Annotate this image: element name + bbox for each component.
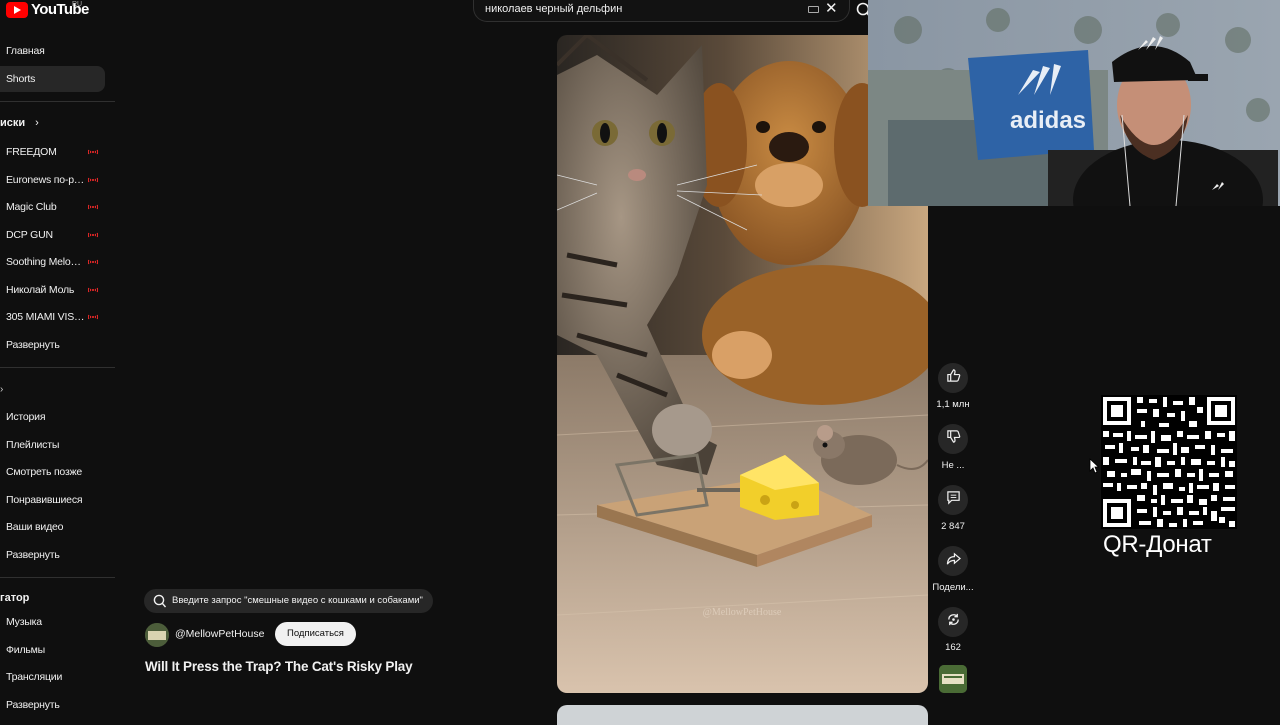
thumbs-down-icon xyxy=(946,429,961,449)
remix-count: 162 xyxy=(945,642,961,653)
webcam-image: adidas xyxy=(868,0,1280,206)
comment-icon xyxy=(946,490,961,510)
chevron-right-icon: › xyxy=(35,117,39,129)
keyboard-icon[interactable] xyxy=(808,6,819,13)
webcam-overlay: adidas xyxy=(868,0,1280,206)
comments-button[interactable] xyxy=(938,485,968,515)
mouse-cursor-icon xyxy=(1089,458,1100,479)
subscription-item[interactable]: DCP GUN xyxy=(6,229,86,241)
sidebar-divider xyxy=(0,577,115,578)
share-icon xyxy=(946,551,961,571)
sidebar-item-movies[interactable]: Фильмы xyxy=(6,644,45,656)
live-icon xyxy=(88,314,98,320)
sidebar-item-shorts[interactable]: Shorts xyxy=(6,73,35,85)
search-suggestion-chip[interactable]: Введите запрос "смешные видео с кошками … xyxy=(144,589,433,613)
sidebar-item-your-videos[interactable]: Ваши видео xyxy=(6,521,64,533)
sidebar-item-home[interactable]: Главная xyxy=(6,45,45,57)
subscription-item[interactable]: Magic Club xyxy=(6,201,86,213)
sidebar: Главная Shorts иски › FREEДOM Euronews по… xyxy=(0,36,115,720)
qr-donation-label: QR-Донат xyxy=(1103,531,1212,558)
sidebar-item-playlists[interactable]: Плейлисты xyxy=(6,439,59,451)
share-button[interactable] xyxy=(938,546,968,576)
like-count: 1,1 млн xyxy=(936,399,970,410)
search-suggestion-text: Введите запрос "смешные видео с кошками … xyxy=(172,595,423,606)
channel-avatar[interactable] xyxy=(145,623,169,647)
video-title[interactable]: Will It Press the Trap? The Cat's Risky … xyxy=(145,659,413,674)
video-watermark: @MellowPetHouse xyxy=(703,607,782,618)
subscription-item[interactable]: Soothing Melodies xyxy=(6,256,86,268)
channel-name[interactable]: @MellowPetHouse xyxy=(175,628,264,640)
sidebar-item-liked[interactable]: Понравившиеся xyxy=(6,494,83,506)
sidebar-item-music[interactable]: Музыка xyxy=(6,616,42,628)
live-icon xyxy=(88,287,98,293)
thumbs-up-icon xyxy=(946,368,961,388)
search-bar[interactable]: николаев черный дельфин ✕ xyxy=(473,0,850,22)
sidebar-item-watch-later[interactable]: Смотреть позже xyxy=(6,466,82,478)
comment-count: 2 847 xyxy=(941,521,965,532)
sound-thumbnail[interactable] xyxy=(939,665,967,693)
qr-code xyxy=(1101,395,1237,529)
subscribe-button[interactable]: Подписаться xyxy=(275,622,356,646)
dislike-button[interactable] xyxy=(938,424,968,454)
share-label: Подели... xyxy=(932,582,974,593)
subscriptions-heading[interactable]: иски › xyxy=(0,117,39,129)
search-icon xyxy=(153,594,167,618)
close-icon[interactable]: ✕ xyxy=(825,0,838,17)
like-button[interactable] xyxy=(938,363,968,393)
navigator-expand[interactable]: Развернуть xyxy=(6,699,60,711)
navigator-heading: гатор xyxy=(0,592,30,604)
webcam-brand-text: adidas xyxy=(1010,107,1086,134)
live-icon xyxy=(88,149,98,155)
remix-icon xyxy=(946,612,961,632)
sidebar-item-live[interactable]: Трансляции xyxy=(6,671,62,683)
live-icon xyxy=(88,177,98,183)
you-expand[interactable]: Развернуть xyxy=(6,549,60,561)
sidebar-divider xyxy=(0,101,115,102)
next-short-preview[interactable] xyxy=(557,705,928,725)
sidebar-item-history[interactable]: История xyxy=(6,411,46,423)
subscription-item[interactable]: Euronews по-русски xyxy=(6,174,86,186)
subscriptions-expand[interactable]: Развернуть xyxy=(6,339,60,351)
dislike-label: Не ... xyxy=(941,460,965,471)
search-input[interactable]: николаев черный дельфин xyxy=(485,3,622,15)
subscription-item[interactable]: Николай Моль xyxy=(6,284,86,296)
live-icon xyxy=(88,204,98,210)
live-icon xyxy=(88,232,98,238)
logo-country-code: RU xyxy=(72,1,83,8)
subscription-item[interactable]: 305 MIAMI VISUALS xyxy=(6,311,86,323)
sidebar-divider xyxy=(0,367,115,368)
you-section-chevron-icon[interactable]: › xyxy=(0,384,3,395)
subscriptions-heading-label: иски xyxy=(0,117,26,129)
subscription-item[interactable]: FREEДOM xyxy=(6,146,86,158)
live-icon xyxy=(88,259,98,265)
remix-button[interactable] xyxy=(938,607,968,637)
youtube-play-icon xyxy=(6,1,28,18)
